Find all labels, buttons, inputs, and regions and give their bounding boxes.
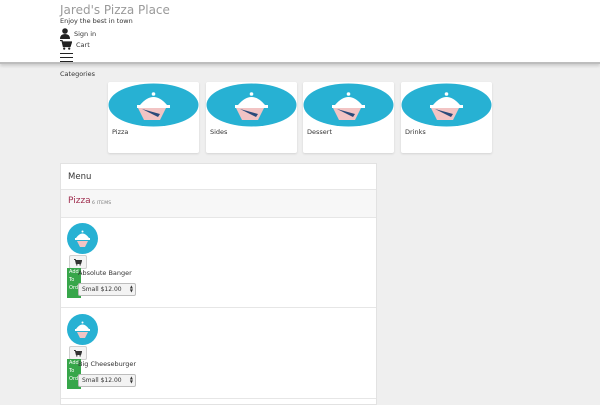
hamburger-icon[interactable] [60,53,73,62]
item-price: $12.00 [100,377,122,384]
section-item-count: 6 ITEMS [92,201,112,206]
serving-cloche-icon [303,83,394,127]
serving-cloche-icon [67,314,98,345]
category-name: Drinks [405,128,426,136]
user-icon [60,28,70,39]
serving-cloche-icon [67,223,98,254]
shopping-cart-icon [74,258,82,266]
item-name: Big Cheeseburger [78,360,137,368]
category-name: Pizza [112,128,129,136]
price-select[interactable]: Small $12.00 ▲ ▼ [78,374,136,387]
tagline: Enjoy the best in town [60,17,133,25]
cart-link[interactable]: Cart [60,40,90,50]
site-title[interactable]: Jared's Pizza Place [60,3,170,17]
category-name: Sides [210,128,228,136]
add-to-cart-button[interactable] [69,346,87,360]
category-card-dessert[interactable]: Dessert [303,82,394,153]
shopping-cart-icon [60,40,72,50]
site-header: Jared's Pizza Place Enjoy the best in to… [0,0,600,64]
price-select[interactable]: Small $12.00 ▲ ▼ [78,283,136,296]
shopping-cart-icon [74,349,82,357]
select-arrows-icon: ▲ ▼ [129,375,133,384]
category-name: Dessert [307,128,332,136]
category-card-pizza[interactable]: Pizza [108,82,199,153]
menu-title: Menu [68,172,92,182]
section-name: Pizza [68,196,91,206]
serving-cloche-icon [401,83,492,127]
select-arrows-icon: ▲ ▼ [129,284,133,293]
item-name: Absolute Banger [78,269,132,277]
menu-item: Add To Order Big Cheeseburger Small $12.… [61,308,376,399]
categories-heading: Categories [60,70,96,78]
category-card-sides[interactable]: Sides [206,82,297,153]
cart-label: Cart [76,41,90,49]
signin-label: Sign in [74,29,97,38]
menu-section-header: Pizza 6 ITEMS [61,189,376,218]
category-card-drinks[interactable]: Drinks [401,82,492,153]
item-price: $12.00 [100,286,122,293]
menu-panel: Menu Pizza 6 ITEMS Add To Order Absolute… [60,163,377,405]
price-option: Small [82,286,99,293]
price-option: Small [82,377,99,384]
serving-cloche-icon [206,83,297,127]
add-to-cart-button[interactable] [69,255,87,269]
serving-cloche-icon [108,83,199,127]
signin-link[interactable]: Sign in [60,28,96,39]
menu-item: Add To Order Absolute Banger Small $12.0… [61,217,376,308]
